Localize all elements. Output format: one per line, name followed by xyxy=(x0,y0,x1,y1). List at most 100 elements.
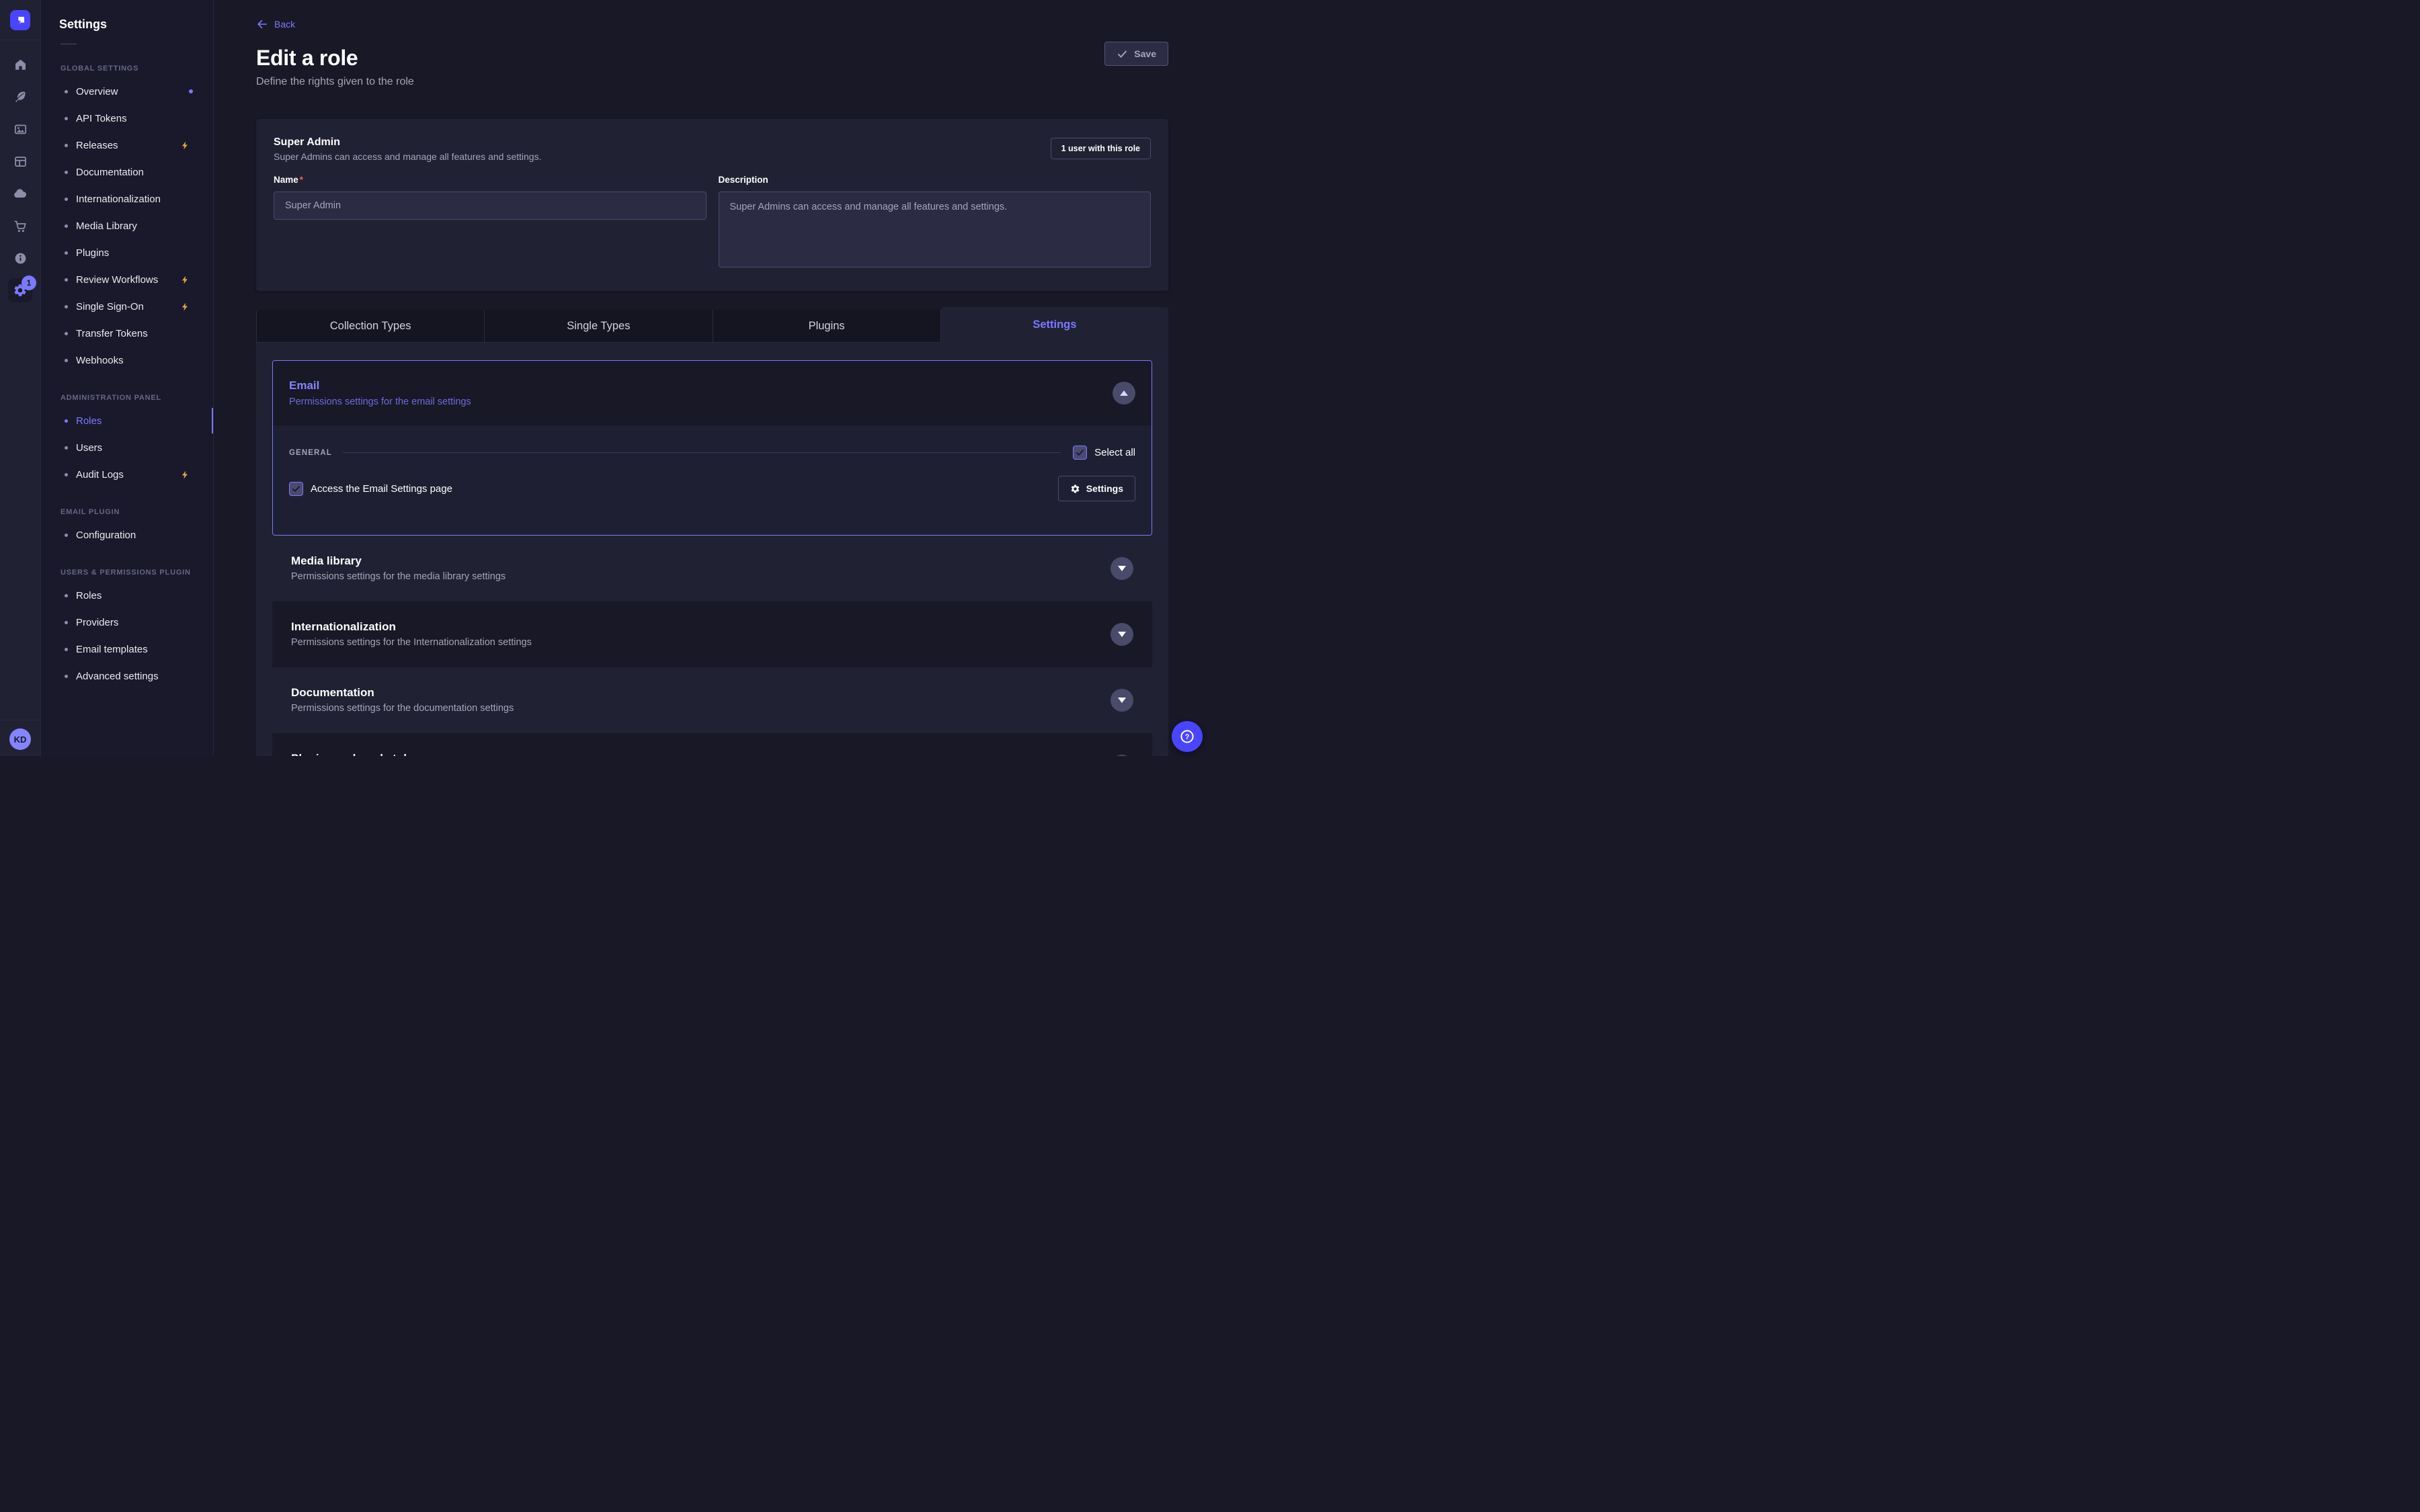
sidebar-item-transfer-tokens[interactable]: Transfer Tokens xyxy=(52,320,202,347)
back-link[interactable]: Back xyxy=(256,18,295,30)
chevron-down-icon xyxy=(1118,698,1126,707)
strapi-logo-icon xyxy=(14,14,27,27)
sidebar-item-releases[interactable]: Releases xyxy=(52,132,202,159)
sidebar-item-webhooks[interactable]: Webhooks xyxy=(52,347,202,374)
lightning-icon xyxy=(180,140,190,151)
expand-toggle-button[interactable] xyxy=(1111,689,1133,712)
rail-cloud-button[interactable] xyxy=(0,177,40,210)
tab-plugins[interactable]: Plugins xyxy=(713,310,941,343)
bullet-icon xyxy=(65,251,68,255)
sidebar-item-audit-logs[interactable]: Audit Logs xyxy=(52,461,202,488)
rail-settings-button[interactable]: 1 xyxy=(0,274,40,306)
select-all-checkbox[interactable] xyxy=(1073,446,1087,460)
user-avatar[interactable]: KD xyxy=(9,728,31,750)
bullet-icon xyxy=(65,90,68,93)
tab-single-types[interactable]: Single Types xyxy=(485,310,713,343)
sidebar-item-overview[interactable]: Overview xyxy=(52,78,202,105)
bullet-icon xyxy=(65,446,68,450)
settings-sidebar: Settings GLOBAL SETTINGS Overview API To… xyxy=(42,0,214,756)
question-mark-icon: ? xyxy=(1179,728,1195,745)
chevron-down-icon xyxy=(1118,566,1126,575)
expand-toggle-button[interactable] xyxy=(1111,557,1133,580)
required-asterisk: * xyxy=(300,175,303,185)
role-card: Super Admin Super Admins can access and … xyxy=(256,119,1168,291)
notification-dot-icon xyxy=(189,89,193,93)
sidebar-item-review-workflows[interactable]: Review Workflows xyxy=(52,266,202,293)
chevron-up-icon xyxy=(1120,386,1128,396)
strapi-logo[interactable] xyxy=(10,10,30,30)
sidebar-item-single-sign-on[interactable]: Single Sign-On xyxy=(52,293,202,320)
description-textarea[interactable]: Super Admins can access and manage all f… xyxy=(719,192,1152,267)
lightning-icon xyxy=(180,470,190,480)
bullet-icon xyxy=(65,171,68,174)
bullet-icon xyxy=(65,305,68,308)
checkmark-icon xyxy=(291,484,301,494)
accordion-plugins-marketplace[interactable]: Plugins and marketplace xyxy=(272,733,1152,756)
svg-text:?: ? xyxy=(1185,733,1190,741)
general-section-label: GENERAL xyxy=(289,449,332,457)
accordion-list: Media library Permissions settings for t… xyxy=(272,536,1152,756)
lightning-icon xyxy=(180,302,190,312)
sidebar-item-advanced-settings[interactable]: Advanced settings xyxy=(52,663,202,689)
sidebar-item-documentation[interactable]: Documentation xyxy=(52,159,202,185)
check-icon xyxy=(1117,48,1128,60)
gear-icon xyxy=(1070,484,1080,494)
description-field-group: Description Super Admins can access and … xyxy=(719,174,1152,271)
checkmark-icon xyxy=(1075,448,1085,458)
media-library-icon xyxy=(13,122,28,136)
name-input[interactable] xyxy=(274,192,707,220)
bullet-icon xyxy=(65,675,68,678)
sidebar-item-users[interactable]: Users xyxy=(52,434,202,461)
sidebar-item-configuration[interactable]: Configuration xyxy=(52,521,202,548)
sidebar-item-api-tokens[interactable]: API Tokens xyxy=(52,105,202,132)
accordion-internationalization[interactable]: Internationalization Permissions setting… xyxy=(272,601,1152,667)
section-label: EMAIL PLUGIN xyxy=(52,508,202,516)
sidebar-item-media-library[interactable]: Media Library xyxy=(52,212,202,239)
permissions-tabs: Collection Types Single Types Plugins Se… xyxy=(256,307,1168,343)
role-name-heading: Super Admin xyxy=(274,136,1151,149)
name-label: Name* xyxy=(274,175,303,185)
expand-toggle-button[interactable] xyxy=(1111,755,1133,756)
bullet-icon xyxy=(65,359,68,362)
info-icon xyxy=(13,251,28,265)
accordion-media-library[interactable]: Media library Permissions settings for t… xyxy=(272,536,1152,601)
rail-info-button[interactable] xyxy=(0,242,40,274)
expand-toggle-button[interactable] xyxy=(1111,623,1133,646)
rail-home-button[interactable] xyxy=(0,48,40,81)
bullet-icon xyxy=(65,198,68,201)
accordion-documentation[interactable]: Documentation Permissions settings for t… xyxy=(272,667,1152,733)
section-administration-panel: ADMINISTRATION PANEL Roles Users Audit L… xyxy=(52,394,202,488)
page-title: Edit a role xyxy=(256,46,1168,71)
rail-marketplace-button[interactable] xyxy=(0,210,40,242)
bullet-icon xyxy=(65,419,68,423)
bullet-icon xyxy=(65,224,68,228)
help-button[interactable]: ? xyxy=(1172,721,1203,752)
sidebar-item-providers[interactable]: Providers xyxy=(52,609,202,636)
sidebar-item-internationalization[interactable]: Internationalization xyxy=(52,185,202,212)
bullet-icon xyxy=(65,278,68,282)
role-description-heading: Super Admins can access and manage all f… xyxy=(274,151,1151,162)
permission-checkbox[interactable] xyxy=(289,482,303,496)
collapse-toggle-button[interactable] xyxy=(1113,382,1135,405)
feather-icon xyxy=(13,90,27,103)
email-settings-button[interactable]: Settings xyxy=(1058,476,1135,501)
accordion-email-body: GENERAL Select all xyxy=(273,425,1152,535)
select-all-label: Select all xyxy=(1094,447,1135,458)
section-users-permissions-plugin: USERS & PERMISSIONS PLUGIN Roles Provide… xyxy=(52,569,202,689)
rail-content-button[interactable] xyxy=(0,81,40,113)
tab-collection-types[interactable]: Collection Types xyxy=(256,310,485,343)
rail-media-button[interactable] xyxy=(0,113,40,145)
users-with-role-button[interactable]: 1 user with this role xyxy=(1051,138,1151,159)
accordion-email: Email Permissions settings for the email… xyxy=(272,360,1152,536)
sidebar-item-email-templates[interactable]: Email templates xyxy=(52,636,202,663)
sidebar-item-up-roles[interactable]: Roles xyxy=(52,582,202,609)
save-button[interactable]: Save xyxy=(1104,42,1168,66)
section-divider xyxy=(343,452,1061,453)
rail-layout-button[interactable] xyxy=(0,145,40,177)
sidebar-item-roles[interactable]: Roles xyxy=(52,407,202,434)
arrow-left-icon xyxy=(256,18,268,30)
tab-settings[interactable]: Settings xyxy=(941,307,1168,343)
accordion-email-header[interactable]: Email Permissions settings for the email… xyxy=(273,361,1152,425)
sidebar-title: Settings xyxy=(52,17,202,32)
sidebar-item-plugins[interactable]: Plugins xyxy=(52,239,202,266)
